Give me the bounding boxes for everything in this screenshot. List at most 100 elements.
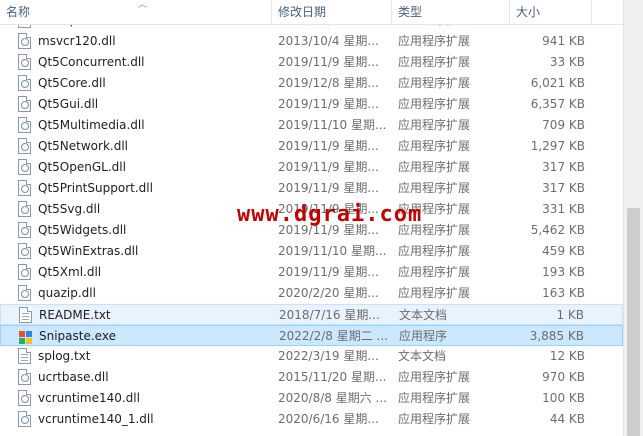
file-row[interactable]: Qt5PrintSupport.dll 2019/11/9 星期... 应用程序扩展… — [0, 178, 623, 199]
file-row[interactable]: Qt5Network.dll 2019/11/9 星期... 应用程序扩展 1,297… — [0, 136, 623, 157]
file-size: 970 KB — [542, 370, 585, 384]
column-name[interactable]: 名称 — [0, 0, 272, 24]
file-row[interactable]: Qt5WinExtras.dll 2019/11/10 星期... 应用程序扩展 45… — [0, 241, 623, 262]
file-type: 应用程序扩展 — [398, 118, 471, 132]
file-name: Qt5WinExtras.dll — [38, 244, 139, 258]
file-row[interactable]: vcruntime140.dll 2020/8/8 星期六 ... 应用程序扩展 10… — [0, 388, 623, 409]
file-date: 2020/2/20 星期... — [278, 286, 379, 300]
file-date: 2019/11/9 星期... — [278, 160, 379, 174]
file-name: splog.txt — [38, 349, 91, 363]
file-row[interactable]: Qt5Gui.dll 2019/11/9 星期... 应用程序扩展 6,357 KB — [0, 94, 623, 115]
file-size: 1,297 KB — [530, 139, 585, 153]
file-name: Qt5Widgets.dll — [38, 223, 127, 237]
file-date: 2019/11/9 星期... — [278, 181, 379, 195]
file-date: 2020/8/8 星期六 ... — [278, 391, 387, 405]
dll-icon — [18, 54, 31, 70]
file-type: 应用程序 — [399, 329, 448, 343]
file-size: 459 KB — [542, 244, 585, 258]
file-name: msvcr120.dll — [38, 34, 116, 48]
dll-icon — [18, 264, 31, 280]
scrollbar-thumb[interactable] — [627, 208, 640, 436]
file-date: 2013/10/4 星期... — [278, 34, 379, 48]
file-row[interactable]: msvcr120.dll 2013/10/4 星期... 应用程序扩展 941 KB — [0, 31, 623, 52]
file-row[interactable]: Qt5Multimedia.dll 2019/11/10 星期... 应用程序扩展 7… — [0, 115, 623, 136]
file-date: 2019/11/10 星期... — [278, 244, 387, 258]
file-row[interactable]: vcruntime140_1.dll 2020/6/16 星期... 应用程序扩展 4… — [0, 409, 623, 430]
file-row[interactable]: Snipaste.exe 2022/2/8 星期二 ... 应用程序 3,885 KB — [0, 325, 623, 346]
file-name: Qt5Gui.dll — [38, 97, 99, 111]
dll-icon — [18, 369, 31, 385]
file-name: Qt5Network.dll — [38, 139, 128, 153]
file-size: 193 KB — [542, 265, 585, 279]
file-date: 2019/11/10 星期... — [278, 118, 387, 132]
dll-icon — [18, 75, 31, 91]
file-size: 44 KB — [549, 412, 585, 426]
file-type: 应用程序扩展 — [398, 181, 471, 195]
file-name: Qt5OpenGL.dll — [38, 160, 126, 174]
file-name: vcruntime140_1.dll — [38, 412, 154, 426]
file-date: 2019/11/9 星期... — [278, 139, 379, 153]
file-date: 2019/11/9 星期... — [278, 97, 379, 111]
file-type: 应用程序扩展 — [398, 286, 471, 300]
file-size: 33 KB — [549, 55, 585, 69]
column-header: ︿ 名称 修改日期 类型 大小 — [0, 0, 623, 25]
file-date: 2019/11/9 星期... — [278, 55, 379, 69]
dll-icon — [18, 96, 31, 112]
file-name: vcruntime140.dll — [38, 391, 140, 405]
file-name: quazip.dll — [38, 286, 96, 300]
column-type[interactable]: 类型 — [392, 0, 510, 24]
file-row[interactable]: Qt5Concurrent.dll 2019/11/9 星期... 应用程序扩展 33… — [0, 52, 623, 73]
file-date: 2020/6/16 星期... — [278, 412, 379, 426]
file-type: 应用程序扩展 — [398, 391, 471, 405]
file-size: 941 KB — [542, 34, 585, 48]
file-row[interactable]: Qt5OpenGL.dll 2019/11/9 星期... 应用程序扩展 317 KB — [0, 157, 623, 178]
exe-icon — [19, 328, 32, 344]
file-date: 2022/2/8 星期二 ... — [279, 329, 388, 343]
dll-icon — [18, 159, 31, 175]
file-type: 文本文档 — [398, 349, 447, 363]
file-type: 应用程序扩展 — [398, 244, 471, 258]
file-size: 3,885 KB — [529, 329, 584, 343]
file-name: Qt5PrintSupport.dll — [38, 181, 153, 195]
watermark-text: www.dgrai.com — [237, 202, 423, 227]
dll-icon — [18, 222, 31, 238]
file-type: 应用程序扩展 — [398, 97, 471, 111]
dll-icon — [18, 138, 31, 154]
file-date: 2018/7/16 星期... — [279, 308, 380, 322]
file-size: 6,021 KB — [530, 76, 585, 90]
file-date: 2019/12/8 星期... — [278, 76, 379, 90]
file-size: 12 KB — [549, 349, 585, 363]
file-type: 应用程序扩展 — [398, 34, 471, 48]
file-size: 6,357 KB — [530, 97, 585, 111]
file-row[interactable]: ucrtbase.dll 2015/11/20 星期... 应用程序扩展 970 KB — [0, 367, 623, 388]
file-name: Qt5Svg.dll — [38, 202, 101, 216]
file-size: 317 KB — [542, 160, 585, 174]
file-row[interactable]: Qt5Xml.dll 2019/11/9 星期... 应用程序扩展 193 KB — [0, 262, 623, 283]
file-size: 5,462 KB — [530, 223, 585, 237]
file-size: 317 KB — [542, 181, 585, 195]
column-date[interactable]: 修改日期 — [272, 0, 392, 24]
file-row[interactable]: Qt5Core.dll 2019/12/8 星期... 应用程序扩展 6,021 KB — [0, 73, 623, 94]
dll-icon — [18, 201, 31, 217]
dll-icon — [18, 180, 31, 196]
vertical-scrollbar[interactable] — [623, 0, 643, 436]
file-size: 709 KB — [542, 118, 585, 132]
dll-icon — [18, 285, 31, 301]
file-row[interactable]: splog.txt 2022/3/19 星期... 文本文档 12 KB — [0, 346, 623, 367]
file-type: 应用程序扩展 — [398, 139, 471, 153]
column-size[interactable]: 大小 — [510, 0, 592, 24]
file-row[interactable]: quazip.dll 2020/2/20 星期... 应用程序扩展 163 KB — [0, 283, 623, 304]
file-date: 2022/3/19 星期... — [278, 349, 379, 363]
file-type: 应用程序扩展 — [398, 412, 471, 426]
file-row[interactable]: README.txt 2018/7/16 星期... 文本文档 1 KB — [0, 304, 623, 325]
file-type: 文本文档 — [399, 308, 448, 322]
dll-icon — [18, 117, 31, 133]
file-type: 应用程序扩展 — [398, 160, 471, 174]
file-date: 2015/11/20 星期... — [278, 370, 387, 384]
file-name: Qt5Concurrent.dll — [38, 55, 145, 69]
file-name: Qt5Multimedia.dll — [38, 118, 145, 132]
file-type: 应用程序扩展 — [398, 55, 471, 69]
file-type: 应用程序扩展 — [398, 265, 471, 279]
file-size: 163 KB — [542, 286, 585, 300]
dll-icon — [18, 33, 31, 49]
